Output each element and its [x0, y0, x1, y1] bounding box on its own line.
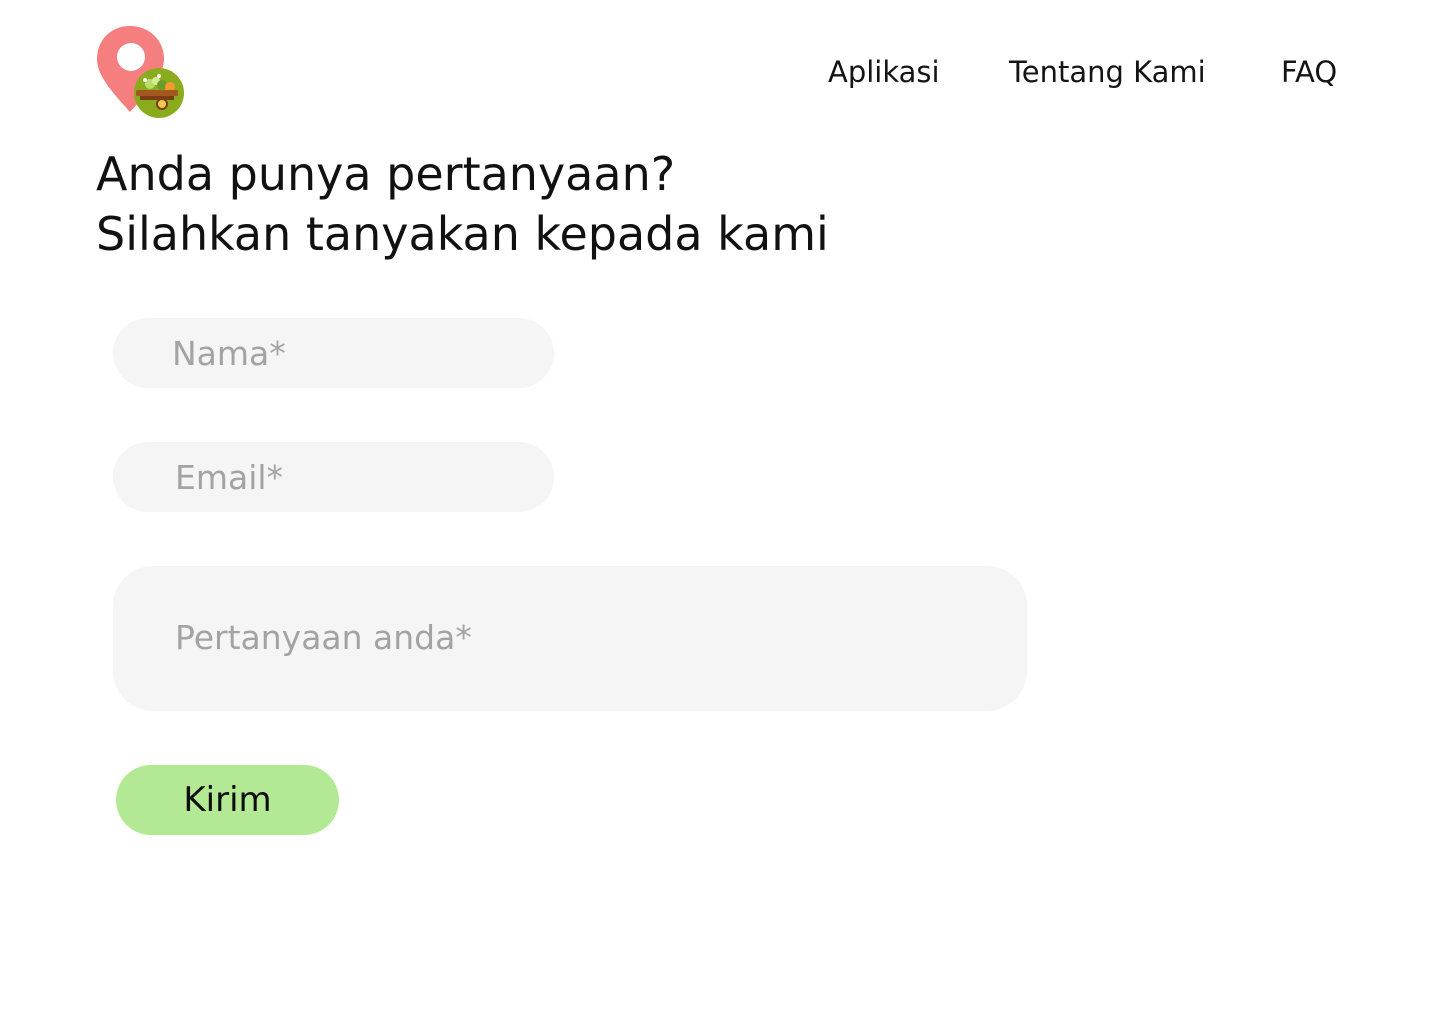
nav-link-tentang-kami[interactable]: Tentang Kami: [1009, 50, 1206, 94]
page-title-line-1: Anda punya pertanyaan?: [96, 147, 676, 201]
main-nav: Aplikasi Tentang Kami FAQ: [0, 50, 1440, 94]
nav-link-faq[interactable]: FAQ: [1281, 50, 1337, 94]
contact-page: Aplikasi Tentang Kami FAQ Anda punya per…: [0, 0, 1440, 1024]
email-input[interactable]: [113, 442, 554, 512]
submit-button[interactable]: Kirim: [116, 765, 339, 835]
name-input[interactable]: [113, 318, 554, 388]
page-title: Anda punya pertanyaan? Silahkan tanyakan…: [96, 144, 829, 264]
page-title-line-2: Silahkan tanyakan kepada kami: [96, 207, 829, 261]
question-textarea[interactable]: [113, 566, 1027, 711]
nav-link-aplikasi[interactable]: Aplikasi: [828, 50, 940, 94]
